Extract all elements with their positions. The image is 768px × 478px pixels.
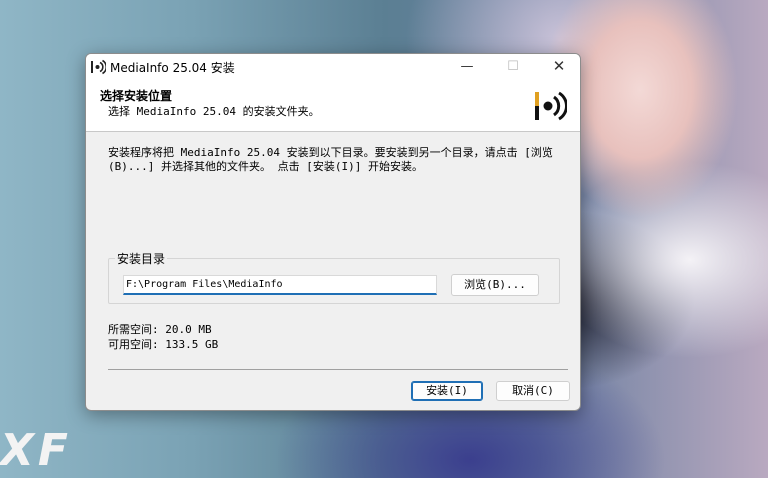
installer-window: MediaInfo 25.04 安装 — ☐ ✕ 选择安装位置 选择 Media… bbox=[85, 53, 581, 411]
footer-separator bbox=[108, 369, 568, 370]
minimize-button[interactable]: — bbox=[444, 54, 490, 79]
title-bar[interactable]: MediaInfo 25.04 安装 — ☐ ✕ bbox=[86, 54, 580, 79]
maximize-button[interactable]: ☐ bbox=[490, 54, 536, 79]
install-directory-group: 安装目录 F:\Program Files\MediaInfo 浏览(B)... bbox=[108, 250, 560, 304]
wallpaper-watermark: XF bbox=[0, 425, 72, 476]
page-subtitle: 选择 MediaInfo 25.04 的安装文件夹。 bbox=[108, 105, 320, 118]
space-required-text: 所需空间: 20.0 MB bbox=[108, 323, 212, 336]
browse-button[interactable]: 浏览(B)... bbox=[451, 274, 539, 296]
install-directory-label: 安装目录 bbox=[115, 250, 168, 267]
space-available-text: 可用空间: 133.5 GB bbox=[108, 338, 219, 351]
cancel-button[interactable]: 取消(C) bbox=[496, 381, 570, 401]
mediainfo-header-logo-icon bbox=[535, 91, 567, 121]
page-header: 选择安装位置 选择 MediaInfo 25.04 的安装文件夹。 bbox=[86, 79, 580, 132]
window-title: MediaInfo 25.04 安装 bbox=[110, 61, 235, 75]
close-button[interactable]: ✕ bbox=[536, 54, 580, 79]
instructions-text: 安装程序将把 MediaInfo 25.04 安装到以下目录。要安装到另一个目录… bbox=[108, 146, 553, 173]
page-title: 选择安装位置 bbox=[100, 89, 173, 103]
install-directory-input[interactable]: F:\Program Files\MediaInfo bbox=[123, 275, 437, 295]
install-button[interactable]: 安装(I) bbox=[411, 381, 483, 401]
mediainfo-logo-icon bbox=[91, 59, 106, 75]
